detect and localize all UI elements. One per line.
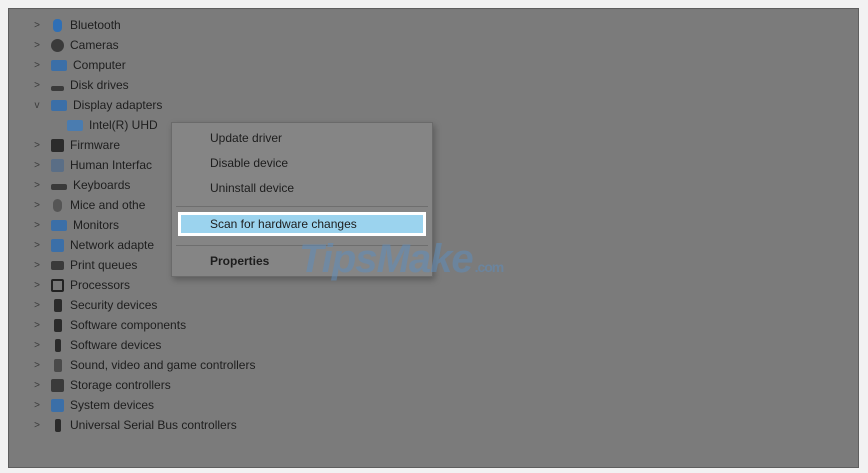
tree-item-human-interface[interactable]: > Human Interfac (9, 155, 152, 175)
chevron-right-icon[interactable]: > (31, 360, 43, 371)
chevron-right-icon[interactable]: > (31, 320, 43, 331)
tree-item-label: Universal Serial Bus controllers (70, 418, 237, 432)
menu-item-uninstall-device[interactable]: Uninstall device (172, 176, 432, 200)
menu-separator (176, 206, 428, 207)
tree-item-label: Monitors (73, 218, 120, 232)
chevron-right-icon[interactable]: > (31, 180, 43, 191)
system-icon (51, 398, 64, 412)
tree-item-label: Print queues (70, 258, 138, 272)
keyboard-icon (51, 184, 67, 190)
monitor-icon (51, 99, 67, 111)
tree-item-intel-uhd[interactable]: Intel(R) UHD (9, 115, 158, 135)
chevron-right-icon[interactable]: > (31, 160, 43, 171)
tree-item-cameras[interactable]: > Cameras (9, 35, 119, 55)
tree-item-label: Processors (70, 278, 131, 292)
tree-item-label: Software components (70, 318, 187, 332)
chevron-right-icon[interactable]: > (31, 20, 43, 31)
camera-icon (51, 38, 64, 52)
chevron-right-icon[interactable]: > (31, 300, 43, 311)
monitor-icon (51, 219, 67, 231)
chevron-right-icon[interactable]: > (31, 60, 43, 71)
chevron-right-icon[interactable]: > (31, 220, 43, 231)
chevron-right-icon[interactable]: > (31, 260, 43, 271)
software-device-icon (55, 338, 61, 352)
computer-icon (51, 59, 67, 71)
tree-item-label: System devices (70, 398, 155, 412)
usb-icon (55, 418, 61, 432)
tree-item-firmware[interactable]: > Firmware (9, 135, 120, 155)
bluetooth-icon (53, 18, 62, 32)
chevron-right-icon[interactable]: > (31, 240, 43, 251)
processor-icon (51, 278, 64, 292)
tree-item-sound[interactable]: > Sound, video and game controllers (9, 355, 255, 375)
hid-icon (51, 158, 64, 172)
tree-item-software-components[interactable]: > Software components (9, 315, 186, 335)
chevron-right-icon[interactable]: > (31, 340, 43, 351)
watermark-suffix: .com (474, 259, 505, 275)
chevron-down-icon[interactable]: v (31, 100, 43, 111)
network-icon (51, 238, 64, 252)
tree-item-label: Firmware (70, 138, 120, 152)
tree-item-disk-drives[interactable]: > Disk drives (9, 75, 129, 95)
tree-item-label: Software devices (70, 338, 162, 352)
chevron-right-icon[interactable]: > (31, 420, 43, 431)
tree-item-software-devices[interactable]: > Software devices (9, 335, 161, 355)
tree-item-label: Disk drives (70, 78, 129, 92)
chevron-right-icon[interactable]: > (31, 280, 43, 291)
tree-item-processors[interactable]: > Processors (9, 275, 130, 295)
tree-item-label: Intel(R) UHD (89, 118, 158, 132)
tree-item-label: Display adapters (73, 98, 163, 112)
tree-item-label: Keyboards (73, 178, 131, 192)
tree-item-label: Sound, video and game controllers (70, 358, 256, 372)
tree-item-print-queues[interactable]: > Print queues (9, 255, 137, 275)
tree-item-label: Cameras (70, 38, 119, 52)
tree-item-label: Network adapte (70, 238, 155, 252)
watermark-text: TipsMake (299, 237, 474, 281)
tree-item-label: Computer (73, 58, 126, 72)
menu-item-scan-hardware-changes[interactable]: Scan for hardware changes (178, 212, 426, 236)
firmware-icon (51, 138, 64, 152)
chevron-right-icon[interactable]: > (31, 200, 43, 211)
tree-item-system-devices[interactable]: > System devices (9, 395, 154, 415)
tree-item-label: Storage controllers (70, 378, 171, 392)
tree-item-mice[interactable]: > Mice and othe (9, 195, 145, 215)
chevron-right-icon[interactable]: > (31, 400, 43, 411)
watermark-logo: TipsMake .com (299, 237, 505, 282)
tree-item-label: Security devices (70, 298, 158, 312)
tree-item-security-devices[interactable]: > Security devices (9, 295, 157, 315)
chevron-right-icon[interactable]: > (31, 80, 43, 91)
storage-icon (51, 378, 64, 392)
menu-item-update-driver[interactable]: Update driver (172, 126, 432, 150)
printer-icon (51, 260, 64, 270)
mouse-icon (53, 198, 62, 212)
tree-item-storage-controllers[interactable]: > Storage controllers (9, 375, 171, 395)
device-manager-window: > Bluetooth > Cameras > Computer > Disk … (8, 8, 859, 468)
tree-item-monitors[interactable]: > Monitors (9, 215, 119, 235)
chevron-right-icon[interactable]: > (31, 140, 43, 151)
disk-drive-icon (51, 85, 64, 91)
tree-item-computer[interactable]: > Computer (9, 55, 126, 75)
display-adapter-icon (67, 119, 83, 131)
tree-item-keyboards[interactable]: > Keyboards (9, 175, 130, 195)
tree-item-label: Human Interfac (70, 158, 153, 172)
tree-item-label: Mice and othe (70, 198, 146, 212)
tree-item-label: Bluetooth (70, 18, 121, 32)
speaker-icon (54, 358, 62, 372)
tree-item-display-adapters[interactable]: v Display adapters (9, 95, 163, 115)
tree-item-usb-controllers[interactable]: > Universal Serial Bus controllers (9, 415, 237, 435)
chevron-right-icon[interactable]: > (31, 380, 43, 391)
menu-item-disable-device[interactable]: Disable device (172, 151, 432, 175)
software-component-icon (54, 318, 62, 332)
security-icon (54, 298, 62, 312)
tree-item-bluetooth[interactable]: > Bluetooth (9, 15, 121, 35)
tree-item-network-adapters[interactable]: > Network adapte (9, 235, 154, 255)
chevron-right-icon[interactable]: > (31, 40, 43, 51)
